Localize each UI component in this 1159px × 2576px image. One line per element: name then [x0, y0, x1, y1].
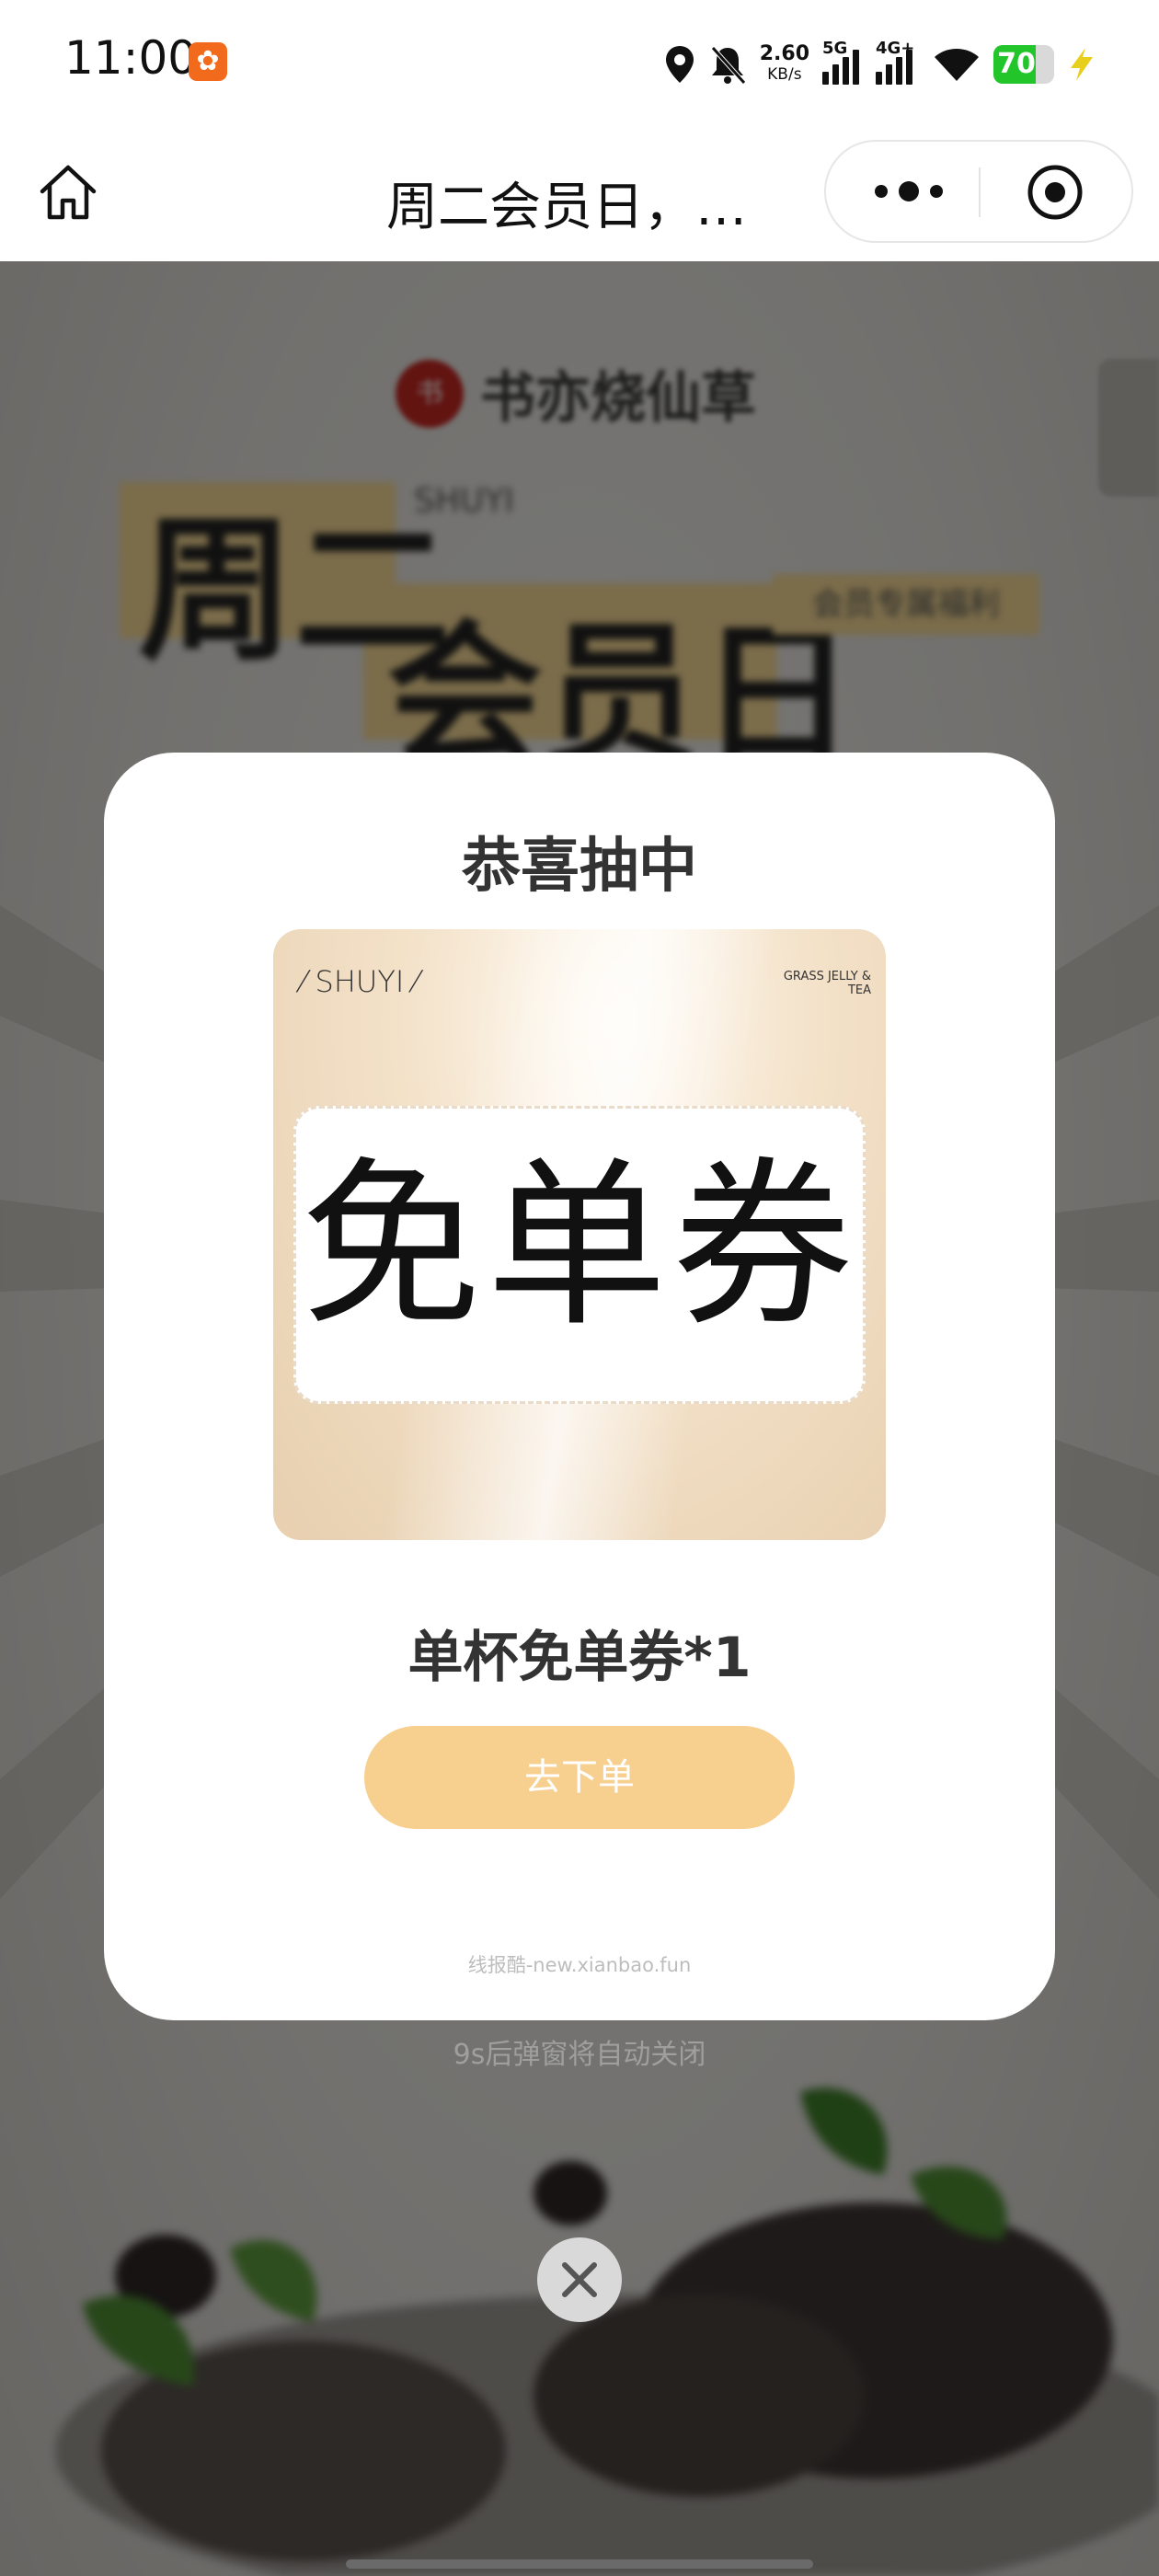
coupon-ticket: 免单券 — [293, 1106, 866, 1404]
location-icon — [665, 46, 694, 83]
wifi-icon — [935, 49, 979, 81]
charging-bolt-icon — [1071, 48, 1093, 81]
sim2-signal-icon: 4G+ — [876, 39, 920, 85]
coupon-ticket-text: 免单券 — [300, 1142, 858, 1351]
battery-level: 70 — [997, 48, 1036, 80]
mini-program-nav-bar: 周二会员日，… — [0, 129, 1159, 261]
coupon-brand-left-text: SHUYI — [315, 964, 405, 999]
page-title: 周二会员日，… — [386, 178, 747, 237]
capsule-divider — [979, 167, 981, 217]
coupon-brand-left: ⁄ SHUYI ⁄ — [301, 964, 419, 999]
sim2-label: 4G+ — [876, 39, 915, 58]
paw-app-icon: ✿ — [189, 42, 227, 81]
status-bar: 11:00 ✿ 2.60 KB/s 5G 4G+ 70 — [0, 0, 1159, 129]
network-speed-value: 2.60 — [759, 42, 809, 65]
close-icon — [562, 2262, 597, 2297]
close-mini-program-icon[interactable] — [1027, 164, 1084, 221]
mini-program-capsule — [824, 140, 1133, 243]
dialog-title: 恭喜抽中 — [462, 833, 697, 901]
status-icons: 2.60 KB/s 5G 4G+ 70 — [664, 28, 1095, 101]
battery-icon: 70 — [993, 45, 1054, 84]
mute-bell-icon — [710, 46, 746, 85]
home-indicator[interactable] — [346, 2559, 813, 2569]
sim1-signal-icon: 5G — [822, 39, 863, 85]
close-dialog-button[interactable] — [537, 2237, 622, 2322]
prize-name: 单杯免单券*1 — [407, 1626, 752, 1690]
more-options-button[interactable] — [854, 142, 964, 241]
prize-dialog: 恭喜抽中 ⁄ SHUYI ⁄ GRASS JELLY & TEA 免单券 单杯免… — [104, 753, 1055, 2020]
status-time: 11:00 — [64, 31, 198, 85]
network-speed: 2.60 KB/s — [760, 44, 809, 85]
network-speed-unit: KB/s — [767, 65, 802, 84]
coupon-brand-right: GRASS JELLY & TEA — [783, 970, 871, 997]
auto-close-notice: 9s后弹窗将自动关闭 — [453, 2039, 706, 2071]
go-order-button[interactable]: 去下单 — [364, 1726, 795, 1829]
coupon-card: ⁄ SHUYI ⁄ GRASS JELLY & TEA 免单券 — [273, 929, 886, 1540]
sim1-label: 5G — [822, 39, 848, 58]
home-icon[interactable] — [37, 162, 99, 224]
watermark: 线报酷-new.xianbao.fun — [467, 1954, 692, 1976]
